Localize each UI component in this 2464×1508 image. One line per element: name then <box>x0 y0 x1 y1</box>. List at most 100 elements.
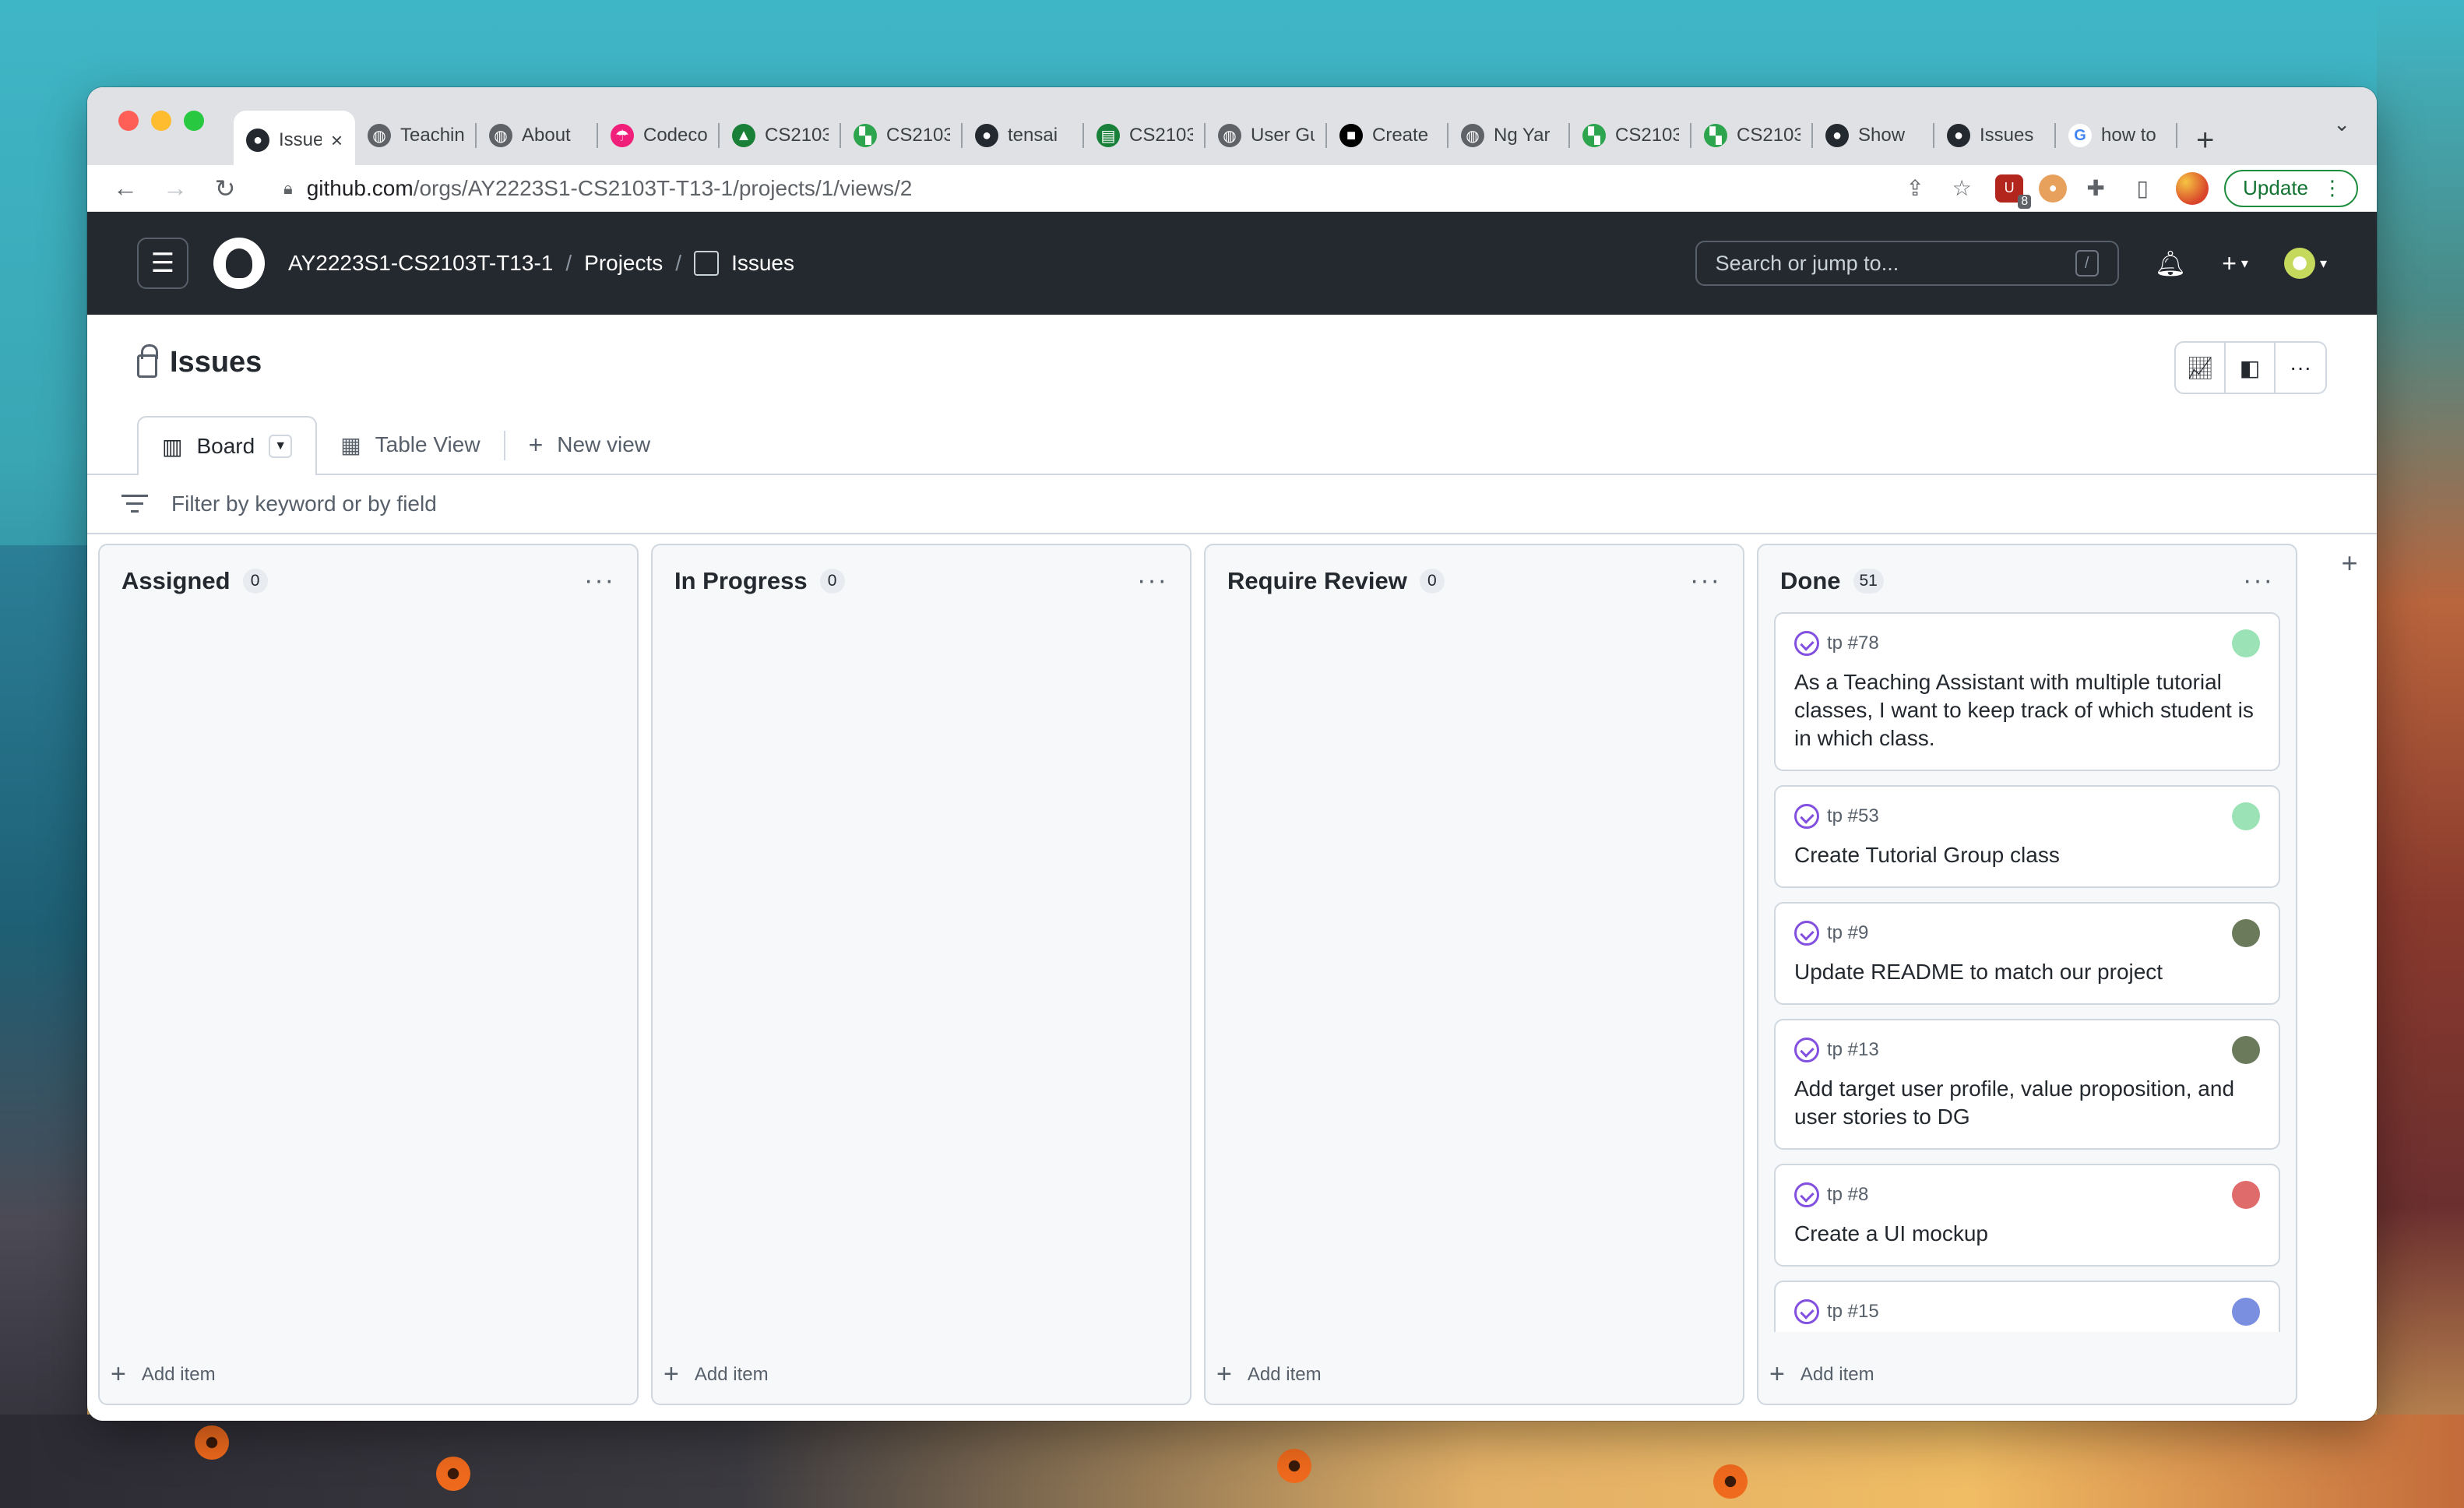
new-tab-button[interactable]: + <box>2196 115 2214 165</box>
browser-tab[interactable]: ◍ Teaching <box>355 111 477 160</box>
ublock-extension-icon[interactable]: U8 <box>1995 174 2032 209</box>
tab-search-chevron-icon[interactable]: ⌄ <box>2333 112 2350 136</box>
browser-window: ● Issues × ◍ Teaching ◍ About ☂ Codecov ▲ CS2103 ▚ C… <box>87 87 2377 1421</box>
side-panel-icon[interactable]: ▯ <box>2124 171 2160 206</box>
more-options-icon[interactable]: ··· <box>2276 343 2325 393</box>
browser-tab[interactable]: ■ Create <box>1327 111 1448 160</box>
breadcrumb-projects[interactable]: Projects <box>584 251 663 276</box>
issue-card[interactable]: tp #8 Create a UI mockup <box>1774 1164 2280 1267</box>
browser-tab[interactable]: ☂ Codecov <box>598 111 720 160</box>
browser-tab[interactable]: ▚ CS2103 <box>1570 111 1691 160</box>
assignee-avatar[interactable] <box>2232 802 2260 830</box>
issue-card[interactable]: tp #53 Create Tutorial Group class <box>1774 785 2280 888</box>
hamburger-menu-icon[interactable]: ☰ <box>137 238 188 289</box>
address-bar[interactable]: 🔒︎ github.com/orgs/AY2223S1-CS2103T-T13-… <box>268 171 1874 206</box>
column-more-options-icon[interactable]: ··· <box>1690 566 1721 596</box>
view-options-caret-icon[interactable]: ▼ <box>269 435 293 458</box>
issue-ref[interactable]: tp #15 <box>1827 1301 1879 1323</box>
chrome-profile-avatar[interactable] <box>2176 171 2209 205</box>
assignee-avatar[interactable] <box>2232 1036 2260 1064</box>
column-more-options-icon[interactable]: ··· <box>2243 566 2274 596</box>
view-tabs: ▥ Board ▼ ▦ Table View + New view <box>87 416 2377 475</box>
browser-tab[interactable]: ● Issues <box>1934 111 2056 160</box>
back-button[interactable]: ← <box>106 169 145 208</box>
browser-tab[interactable]: ▚ CS2103 <box>841 111 963 160</box>
browser-tab[interactable]: ▚ CS2103 <box>1691 111 1813 160</box>
issue-title[interactable]: Create a UI mockup <box>1794 1220 2260 1248</box>
browser-tab[interactable]: ◍ About <box>477 111 598 160</box>
column-title: Done <box>1780 566 1841 594</box>
browser-tab[interactable]: Ghow to <box>2056 111 2177 160</box>
breadcrumb-project[interactable]: Issues <box>731 251 794 276</box>
tab-table-view-label: Table View <box>375 432 480 456</box>
bell-icon[interactable]: 🔔︎ <box>2155 248 2187 278</box>
add-item-button[interactable]: + Add item <box>664 1359 769 1390</box>
issue-title[interactable]: Create Tutorial Group class <box>1794 841 2260 869</box>
board-column: Done 51 ··· tp #78 As a Teaching Assista… <box>1757 544 2297 1405</box>
column-more-options-icon[interactable]: ··· <box>1137 566 1168 596</box>
wallpaper-flower <box>1713 1464 1748 1499</box>
create-new-button[interactable]: + ▾ <box>2222 249 2248 278</box>
issue-closed-icon <box>1794 1299 1819 1324</box>
issue-ref[interactable]: tp #53 <box>1827 805 1879 827</box>
add-item-button[interactable]: + Add item <box>1769 1359 1874 1390</box>
bookmark-star-icon[interactable]: ☆ <box>1944 171 1980 206</box>
zoom-window-button[interactable] <box>184 111 204 131</box>
user-menu-button[interactable]: ▾ <box>2283 248 2327 279</box>
issue-card[interactable]: tp #13 Add target user profile, value pr… <box>1774 1019 2280 1150</box>
close-window-button[interactable] <box>118 111 139 131</box>
forward-button[interactable]: → <box>156 169 195 208</box>
browser-tab[interactable]: ▲ CS2103 <box>720 111 841 160</box>
issue-card[interactable]: tp #78 As a Teaching Assistant with mult… <box>1774 612 2280 771</box>
insights-chart-icon[interactable]: 📈︎ <box>2176 343 2226 393</box>
browser-tab[interactable]: ▤ CS2103 <box>1084 111 1206 160</box>
breadcrumb-org[interactable]: AY2223S1-CS2103T-T13-1 <box>288 251 553 276</box>
project-header: Issues 📈︎ ◧ ··· <box>87 315 2377 418</box>
browser-tab[interactable]: ● Show <box>1813 111 1934 160</box>
reload-button[interactable]: ↻ <box>206 169 245 208</box>
issue-ref[interactable]: tp #9 <box>1827 922 1868 944</box>
filter-icon <box>121 495 148 513</box>
lock-icon <box>137 344 158 378</box>
assignee-avatar[interactable] <box>2232 1181 2260 1209</box>
issue-title[interactable]: Add target user profile, value propositi… <box>1794 1075 2260 1131</box>
tab-table-view[interactable]: ▦ Table View <box>317 416 503 474</box>
assignee-avatar[interactable] <box>2232 629 2260 657</box>
share-icon[interactable]: ⇪ <box>1897 171 1933 206</box>
assignee-avatar[interactable] <box>2232 919 2260 947</box>
column-header: Assigned 0 ··· <box>121 566 615 596</box>
puzzle-extensions-icon[interactable]: ✚ <box>2078 171 2114 206</box>
column-more-options-icon[interactable]: ··· <box>584 566 615 596</box>
update-button[interactable]: Update ⋮ <box>2224 169 2358 207</box>
github-logo-icon[interactable] <box>213 238 265 289</box>
github-icon: ● <box>1825 124 1849 147</box>
issue-card[interactable]: tp #15 <box>1774 1281 2280 1332</box>
column-count-badge: 0 <box>819 568 845 594</box>
browser-tab[interactable]: ● tensai <box>963 111 1084 160</box>
issue-card[interactable]: tp #9 Update README to match our project <box>1774 902 2280 1005</box>
add-column-button[interactable]: + <box>2330 544 2369 583</box>
issue-title[interactable]: As a Teaching Assistant with multiple tu… <box>1794 668 2260 752</box>
browser-tab[interactable]: ● Issues × <box>234 111 355 170</box>
browser-tab[interactable]: ◍ User Guide <box>1206 111 1327 160</box>
issue-ref[interactable]: tp #78 <box>1827 632 1879 654</box>
card-list <box>115 612 621 1332</box>
close-tab-icon[interactable]: × <box>331 129 343 153</box>
filter-input[interactable]: Filter by keyword or by field <box>87 475 2377 534</box>
tab-board[interactable]: ▥ Board ▼ <box>137 416 318 475</box>
tab-new-view[interactable]: + New view <box>505 416 674 474</box>
minimize-window-button[interactable] <box>151 111 171 131</box>
add-item-label: Add item <box>1800 1363 1874 1385</box>
issue-ref[interactable]: tp #8 <box>1827 1184 1868 1206</box>
assignee-avatar[interactable] <box>2232 1298 2260 1326</box>
add-item-button[interactable]: + Add item <box>111 1359 216 1390</box>
issue-title[interactable]: Update README to match our project <box>1794 958 2260 986</box>
search-input[interactable]: Search or jump to... / <box>1695 241 2119 286</box>
google-icon: G <box>2068 124 2092 147</box>
board-icon: ▥ <box>162 434 183 459</box>
side-panel-toggle-icon[interactable]: ◧ <box>2226 343 2276 393</box>
add-item-button[interactable]: + Add item <box>1216 1359 1322 1390</box>
browser-tab[interactable]: ◍ Ng Yar <box>1448 111 1570 160</box>
issue-ref[interactable]: tp #13 <box>1827 1039 1879 1061</box>
extension-icon[interactable]: ● <box>2039 174 2068 203</box>
